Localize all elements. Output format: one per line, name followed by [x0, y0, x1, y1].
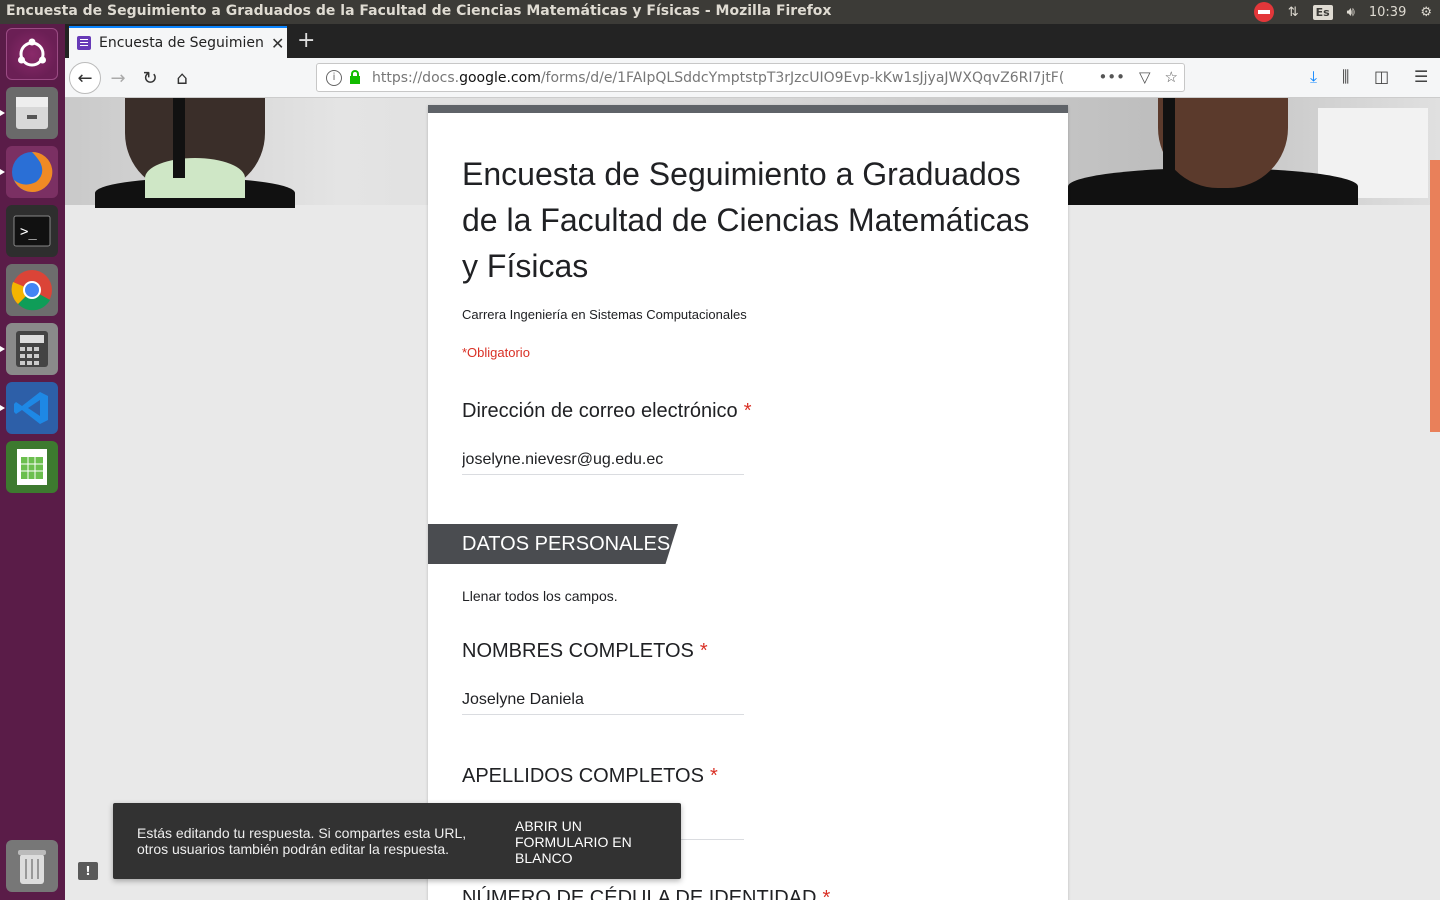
chrome-icon[interactable] [6, 264, 58, 316]
system-tray: ⇅ Es 🔊︎ 10:39 ⚙ [1253, 0, 1432, 24]
form-description: Carrera Ingeniería en Sistemas Computaci… [462, 307, 747, 322]
system-top-bar: Encuesta de Seguimiento a Graduados de l… [0, 0, 1440, 24]
form-title: Encuesta de Seguimiento a Graduados de l… [462, 156, 1030, 284]
scrollbar-thumb[interactable] [1430, 160, 1440, 432]
page-content: Encuesta de Seguimiento a Graduados de l… [65, 98, 1440, 900]
reload-button[interactable]: ↻ [135, 63, 165, 93]
running-indicator [0, 169, 5, 175]
clock[interactable]: 10:39 [1369, 5, 1406, 20]
menu-icon[interactable]: ☰ [1414, 67, 1428, 86]
tab-active[interactable]: Encuesta de Seguimiento ✕ [69, 26, 287, 58]
required-note: *Obligatorio [462, 345, 530, 360]
ubuntu-dash-icon[interactable] [6, 28, 58, 80]
form-card: Encuesta de Seguimiento a Graduados de l… [428, 105, 1068, 900]
calculator-icon[interactable] [6, 323, 58, 375]
tab-title: Encuesta de Seguimiento [99, 35, 263, 51]
url-actions: ••• ▽ ☆ [1098, 68, 1178, 86]
forward-button[interactable]: → [103, 63, 133, 93]
info-icon[interactable]: i [326, 69, 342, 86]
card-top-stripe [428, 105, 1068, 113]
names-field[interactable] [462, 685, 744, 715]
library-icon[interactable]: ⫼ [1342, 67, 1349, 87]
edit-response-snackbar: Estás editando tu respuesta. Si comparte… [113, 803, 681, 879]
names-label: NOMBRES COMPLETOS * [462, 640, 708, 662]
home-button[interactable]: ⌂ [167, 63, 197, 93]
graduate-right-image [1068, 98, 1428, 205]
navigation-bar: ← → ↻ ⌂ i https://docs.google.com/forms/… [65, 58, 1440, 98]
running-indicator [0, 405, 5, 411]
tab-bar: Encuesta de Seguimiento ✕ + [65, 24, 1440, 58]
tab-close-button[interactable]: ✕ [271, 34, 284, 53]
running-indicator [0, 346, 5, 352]
page-actions-button[interactable]: ••• [1098, 68, 1125, 86]
feedback-icon[interactable]: ! [78, 862, 98, 880]
downloads-icon[interactable]: ⤓ [1310, 67, 1317, 87]
spreadsheet-icon[interactable] [6, 441, 58, 493]
vscode-icon[interactable] [6, 382, 58, 434]
new-tab-button[interactable]: + [297, 28, 315, 53]
sidebar-icon[interactable]: ◫ [1374, 67, 1389, 86]
section-header: DATOS PERSONALES [428, 524, 678, 564]
bookmark-star-icon[interactable]: ☆ [1165, 68, 1178, 86]
pocket-icon[interactable]: ▽ [1139, 68, 1151, 86]
trash-icon[interactable] [6, 840, 58, 892]
terminal-icon[interactable]: >_ [6, 205, 58, 257]
volume-icon[interactable]: 🔊︎ [1347, 5, 1355, 20]
email-label: Dirección de correo electrónico * [462, 400, 752, 422]
email-field[interactable] [462, 445, 744, 475]
svg-text:>_: >_ [20, 224, 37, 240]
surnames-label: APELLIDOS COMPLETOS * [462, 765, 718, 787]
network-icon[interactable]: ⇅ [1288, 5, 1299, 20]
snackbar-message: Estás editando tu respuesta. Si comparte… [137, 825, 467, 857]
firefox-icon[interactable] [6, 146, 58, 198]
back-button[interactable]: ← [69, 62, 101, 94]
open-blank-form-button[interactable]: ABRIR UN FORMULARIO EN BLANCO [515, 818, 645, 866]
settings-gear-icon[interactable]: ⚙ [1420, 5, 1432, 20]
graduate-left-image [65, 98, 325, 208]
url-text[interactable]: https://docs.google.com/forms/d/e/1FAIpQ… [372, 70, 1072, 86]
lock-icon[interactable] [350, 70, 360, 84]
files-icon[interactable] [6, 87, 58, 139]
no-entry-icon[interactable] [1253, 2, 1274, 22]
forms-favicon-icon [77, 36, 91, 50]
running-indicator [0, 110, 5, 116]
section-description: Llenar todos los campos. [462, 588, 618, 604]
id-number-label: NÚMERO DE CÉDULA DE IDENTIDAD * [462, 887, 831, 900]
keyboard-layout-indicator[interactable]: Es [1312, 4, 1333, 20]
window-title: Encuesta de Seguimiento a Graduados de l… [6, 3, 832, 19]
unity-launcher: >_ [0, 24, 65, 900]
url-bar[interactable]: i https://docs.google.com/forms/d/e/1FAI… [316, 63, 1185, 92]
